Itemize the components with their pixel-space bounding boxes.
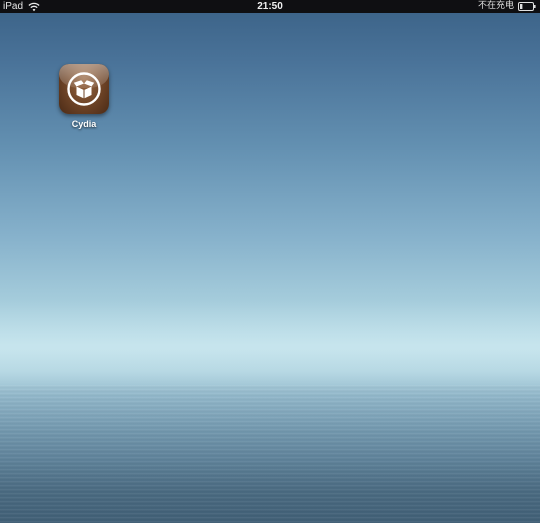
status-clock: 21:50 [257,1,283,12]
battery-icon [518,2,536,11]
charging-status: 不在充电 [477,1,514,11]
wallpaper-horizon-haze [0,300,540,390]
battery-fill [520,4,523,9]
app-icon-cydia[interactable]: Cydia [57,64,111,129]
app-label-cydia[interactable]: Cydia [57,119,111,129]
cydia-icon-tile[interactable] [59,64,109,114]
home-screen: iPad 21:50 不在充电 Cydia [0,0,540,523]
status-bar-right: 不在充电 [478,0,536,13]
wallpaper-water [0,385,540,523]
status-bar: iPad 21:50 不在充电 [0,0,540,13]
icon-gloss [59,64,109,88]
